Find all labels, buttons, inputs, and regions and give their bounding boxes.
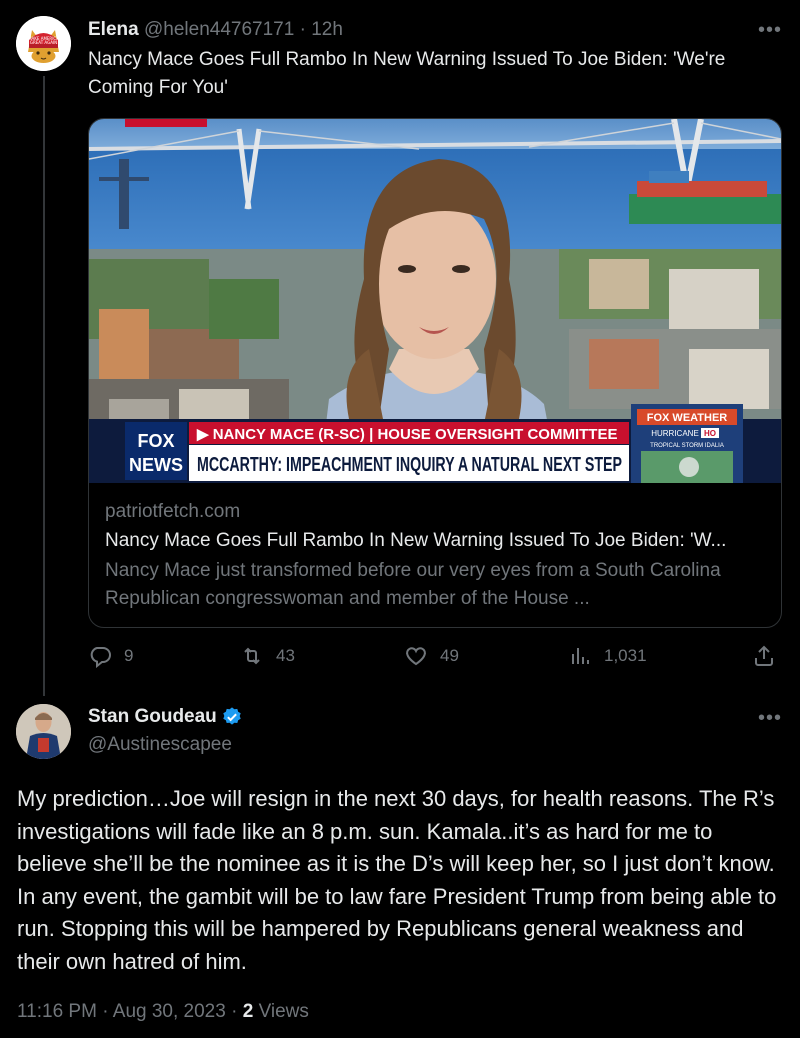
repost-icon xyxy=(244,647,260,665)
avatar[interactable]: MAKE AMERICA GREAT AGAIN xyxy=(16,16,71,71)
tweet-time[interactable]: 11:16 PM xyxy=(17,1001,97,1022)
card-domain[interactable]: patriotfetch.com xyxy=(105,499,765,525)
author-name[interactable]: Elena xyxy=(88,19,139,40)
card-title[interactable]: Nancy Mace Goes Full Rambo In New Warnin… xyxy=(105,525,765,557)
avatar-maga-cat-icon: MAKE AMERICA GREAT AGAIN xyxy=(16,16,71,71)
view-count: 1,031 xyxy=(604,646,647,665)
card-meta: patriotfetch.com Nancy Mace Goes Full Ra… xyxy=(105,499,765,613)
verified-badge-icon xyxy=(223,707,241,725)
tweet-time[interactable]: 12h xyxy=(311,19,343,40)
tweet-text: My prediction…Joe will resign in the nex… xyxy=(17,786,777,974)
reply-count: 9 xyxy=(124,646,134,665)
analytics-icon xyxy=(572,648,589,664)
lower-third-headline: MCCARTHY: IMPEACHMENT INQUIRY A NATURAL … xyxy=(197,454,622,476)
avatar-photo-icon xyxy=(16,704,71,759)
avatar[interactable] xyxy=(16,704,71,759)
thread-connector-line xyxy=(43,76,45,696)
card-description: Nancy Mace just transformed before our v… xyxy=(105,560,721,609)
author-handle[interactable]: @helen44767171 xyxy=(144,19,294,40)
views-label: Views xyxy=(258,1001,309,1022)
author-handle[interactable]: @Austinescapee xyxy=(88,733,232,757)
views-button[interactable]: 1,031 xyxy=(568,644,647,668)
card-image: ▶ NANCY MACE (R-SC) | HOUSE OVERSIGHT CO… xyxy=(89,119,781,483)
views-count: 2 xyxy=(242,1001,254,1022)
tweet1-header: Elena @helen44767171 · 12h Nancy Mace Go… xyxy=(88,16,748,102)
repost-count: 43 xyxy=(276,646,295,665)
share-icon xyxy=(755,645,773,666)
tweet-text: Nancy Mace Goes Full Rambo In New Warnin… xyxy=(88,49,726,98)
author-name[interactable]: Stan Goudeau xyxy=(88,705,217,729)
weather-brand: FOX WEATHER xyxy=(647,412,728,424)
tweet-meta: 11:16 PM · Aug 30, 2023 · 2 Views xyxy=(17,998,309,1026)
tweet-date[interactable]: Aug 30, 2023 xyxy=(113,1001,226,1022)
repost-button[interactable]: 43 xyxy=(240,644,295,668)
separator-dot: · xyxy=(231,1001,238,1022)
svg-text:FOX: FOX xyxy=(137,431,174,451)
like-count: 49 xyxy=(440,646,459,665)
separator-dot: · xyxy=(299,19,306,40)
lower-third-top: ▶ NANCY MACE (R-SC) | HOUSE OVERSIGHT CO… xyxy=(196,426,617,443)
more-options-icon[interactable]: ••• xyxy=(758,708,782,728)
weather-line1: HURRICANE xyxy=(651,429,699,438)
weather-line2: TROPICAL STORM IDALIA xyxy=(650,443,724,449)
heart-icon xyxy=(406,647,426,666)
tweet1-actions: 9 43 49 1,031 xyxy=(88,644,782,672)
author-name-row: Stan Goudeau xyxy=(88,705,243,729)
svg-text:NEWS: NEWS xyxy=(129,455,183,475)
reply-button[interactable]: 9 xyxy=(88,644,133,668)
share-button[interactable] xyxy=(752,644,788,668)
svg-text:GREAT AGAIN: GREAT AGAIN xyxy=(30,40,57,45)
separator-dot: · xyxy=(102,1001,109,1022)
link-card[interactable]: ▶ NANCY MACE (R-SC) | HOUSE OVERSIGHT CO… xyxy=(88,118,782,628)
like-button[interactable]: 49 xyxy=(404,644,459,668)
reply-icon xyxy=(90,647,111,668)
more-options-icon[interactable]: ••• xyxy=(758,20,782,40)
weather-category: HO xyxy=(704,429,716,438)
